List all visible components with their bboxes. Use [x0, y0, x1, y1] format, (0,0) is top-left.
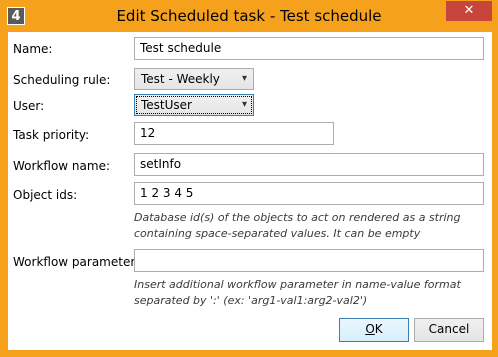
scheduling-rule-select[interactable]: Test - Weekly ▾ [134, 68, 254, 90]
ok-access-key: O [365, 322, 375, 336]
object-ids-label: Object ids: [13, 188, 78, 202]
name-field[interactable]: Test schedule [134, 37, 484, 60]
object-ids-hint-line1: Database id(s) of the objects to act on … [134, 211, 461, 224]
close-button[interactable]: ✕ [446, 1, 492, 21]
cancel-button[interactable]: Cancel [414, 318, 484, 342]
chevron-down-icon: ▾ [241, 99, 247, 110]
object-ids-hint-line2: containing space-separated values. It ca… [134, 227, 421, 240]
user-select[interactable]: TestUser ▾ [134, 94, 254, 116]
user-value: TestUser [141, 98, 192, 112]
dialog-window: 4 Edit Scheduled task - Test schedule ✕ … [0, 0, 498, 357]
scheduling-rule-value: Test - Weekly [141, 72, 220, 86]
workflow-parameters-field[interactable] [134, 249, 484, 272]
window-title: Edit Scheduled task - Test schedule [116, 7, 382, 25]
title-bar[interactable]: 4 Edit Scheduled task - Test schedule ✕ [1, 1, 497, 32]
task-priority-label: Task priority: [13, 128, 90, 142]
name-label: Name: [13, 42, 53, 56]
object-ids-field[interactable]: 1 2 3 4 5 [134, 182, 484, 205]
workflow-name-label: Workflow name: [13, 159, 110, 173]
ok-button[interactable]: OK [339, 318, 409, 342]
ok-label: K [374, 322, 383, 336]
close-icon: ✕ [463, 3, 475, 18]
dialog-body: Name: Test schedule Scheduling rule: Tes… [8, 32, 492, 350]
workflow-parameters-hint-line2: separated by ':' (ex: 'arg1-val1:arg2-va… [134, 294, 368, 307]
task-priority-field[interactable]: 12 [134, 122, 334, 145]
user-label: User: [13, 99, 45, 113]
workflow-name-field[interactable]: setInfo [134, 153, 484, 176]
scheduling-rule-label: Scheduling rule: [13, 73, 111, 87]
workflow-parameters-hint-line1: Insert additional workflow parameter in … [134, 278, 461, 291]
workflow-parameters-label: Workflow parameters: [13, 255, 146, 269]
chevron-down-icon: ▾ [241, 73, 247, 84]
